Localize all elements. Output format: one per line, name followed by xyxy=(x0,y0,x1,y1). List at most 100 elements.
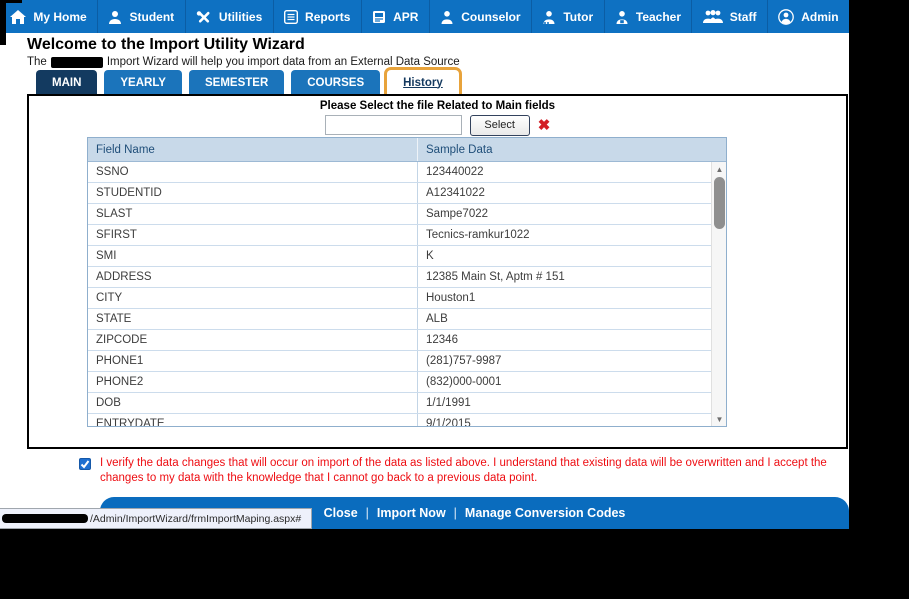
subtitle-prefix: The xyxy=(27,56,47,68)
teacher-icon xyxy=(615,10,629,24)
wizard-tabs: MAIN YEARLY SEMESTER COURSES History xyxy=(36,70,459,95)
nav-item-label: Student xyxy=(129,9,175,24)
cell-sample-data: A12341022 xyxy=(426,187,485,199)
cell-field-name: PHONE1 xyxy=(88,351,418,371)
nav-item-label: Counselor xyxy=(461,9,521,24)
column-header-sample-data: Sample Data xyxy=(426,143,493,156)
column-header-field-name: Field Name xyxy=(88,138,418,161)
table-row: SMI K xyxy=(88,246,711,267)
apr-icon xyxy=(372,10,386,24)
nav-item-apr[interactable]: APR xyxy=(362,0,430,33)
nav-item-label: Utilities xyxy=(218,9,263,24)
utilities-icon xyxy=(196,10,212,24)
nav-item-my-home[interactable]: My Home xyxy=(0,0,99,33)
nav-item-label: Admin xyxy=(801,9,839,24)
tutor-icon xyxy=(542,10,556,24)
nav-item-label: Tutor xyxy=(563,9,594,24)
admin-icon xyxy=(778,8,795,25)
screen: My Home Student Utilities Reports APR Counsel… xyxy=(0,0,909,599)
field-mapping-table: Field Name Sample Data SSNO 123440022 STUD… xyxy=(87,137,727,427)
cell-field-name: ADDRESS xyxy=(88,267,418,287)
table-row: SLAST Sampe7022 xyxy=(88,204,711,225)
file-select-prompt: Please Select the file Related to Main f… xyxy=(319,100,556,112)
nav-item-label: Reports xyxy=(305,9,351,24)
scrollbar-thumb[interactable] xyxy=(714,177,725,229)
nav-item-label: APR xyxy=(393,9,419,24)
status-url: /Admin/ImportWizard/frmImportMaping.aspx… xyxy=(90,512,302,525)
page-subtitle: The Import Wizard will help you import d… xyxy=(27,56,460,68)
cell-field-name: SFIRST xyxy=(88,225,418,245)
cell-sample-data: Houston1 xyxy=(426,292,476,304)
table-header: Field Name Sample Data xyxy=(88,138,726,162)
cell-sample-data: 9/1/2015 xyxy=(426,418,471,426)
verification-text: I verify the data changes that will occu… xyxy=(100,457,827,484)
cell-sample-data: ALB xyxy=(426,313,448,325)
cell-sample-data: (832)000-0001 xyxy=(426,376,502,388)
cell-field-name: PHONE2 xyxy=(88,372,418,392)
cell-sample-data: Sampe7022 xyxy=(426,208,489,220)
scroll-down-icon[interactable]: ▼ xyxy=(712,412,727,426)
reports-icon xyxy=(284,9,299,24)
file-input[interactable] xyxy=(324,115,462,135)
cell-sample-data: 12385 Main St, Aptm # 151 xyxy=(426,271,565,283)
nav-item-admin[interactable]: Admin xyxy=(768,0,849,33)
table-row: SSNO 123440022 xyxy=(88,162,711,183)
home-icon xyxy=(10,9,27,24)
nav-item-reports[interactable]: Reports xyxy=(274,0,362,33)
redaction-box xyxy=(50,56,103,68)
select-button[interactable]: Select xyxy=(469,114,530,136)
staff-icon xyxy=(702,10,723,23)
table-row: CITY Houston1 xyxy=(88,288,711,309)
page-title: Welcome to the Import Utility Wizard xyxy=(27,36,305,53)
url-redaction xyxy=(2,514,88,523)
student-icon xyxy=(108,10,122,24)
table-body: SSNO 123440022 STUDENTID A12341022 SLAST Samp… xyxy=(88,162,711,426)
nav-item-label: Teacher xyxy=(635,9,682,24)
verification-section: I verify the data changes that will occu… xyxy=(79,456,845,486)
table-row: SFIRST Tecnics-ramkur1022 xyxy=(88,225,711,246)
table-row: PHONE1 (281)757-9987 xyxy=(88,351,711,372)
cell-sample-data: K xyxy=(426,250,434,262)
footer-link-manage-conversion-codes[interactable]: Manage Conversion Codes xyxy=(465,506,625,520)
footer-separator: | xyxy=(453,506,457,520)
verify-checkbox[interactable] xyxy=(79,458,91,470)
cell-field-name: ZIPCODE xyxy=(88,330,418,350)
cell-field-name: STUDENTID xyxy=(88,183,418,203)
tab-history[interactable]: History xyxy=(387,70,459,95)
scroll-up-icon[interactable]: ▲ xyxy=(712,162,727,176)
footer-separator: | xyxy=(365,506,369,520)
footer-link-import-now[interactable]: Import Now xyxy=(377,506,446,520)
tab-main[interactable]: MAIN xyxy=(36,70,98,95)
table-row: PHONE2 (832)000-0001 xyxy=(88,372,711,393)
nav-item-staff[interactable]: Staff xyxy=(692,0,768,33)
tab-semester[interactable]: SEMESTER xyxy=(188,70,285,95)
nav-item-label: My Home xyxy=(33,9,87,24)
frame-corner-horizontal xyxy=(0,0,22,3)
footer-link-close[interactable]: Close xyxy=(324,506,358,520)
cell-sample-data: 1/1/1991 xyxy=(426,397,471,409)
top-nav: My Home Student Utilities Reports APR Counsel… xyxy=(0,0,849,33)
cell-field-name: SMI xyxy=(88,246,418,266)
tab-yearly[interactable]: YEARLY xyxy=(104,70,182,95)
table-scrollbar[interactable]: ▲ ▼ xyxy=(711,162,726,426)
table-row: ENTRYDATE 9/1/2015 xyxy=(88,414,711,426)
tab-courses[interactable]: COURSES xyxy=(291,70,381,95)
subtitle-suffix: Import Wizard will help you import data … xyxy=(106,56,460,68)
cell-field-name: CITY xyxy=(88,288,418,308)
check-icon xyxy=(80,460,90,469)
nav-item-student[interactable]: Student xyxy=(98,0,186,33)
cell-field-name: STATE xyxy=(88,309,418,329)
nav-item-counselor[interactable]: Counselor xyxy=(430,0,532,33)
clear-file-icon[interactable]: ✖ xyxy=(538,118,551,133)
wizard-panel: Please Select the file Related to Main f… xyxy=(27,94,848,449)
file-select-row: Select ✖ xyxy=(29,113,846,137)
cell-sample-data: Tecnics-ramkur1022 xyxy=(426,229,530,241)
nav-item-utilities[interactable]: Utilities xyxy=(186,0,274,33)
nav-item-teacher[interactable]: Teacher xyxy=(605,0,693,33)
nav-item-tutor[interactable]: Tutor xyxy=(532,0,605,33)
cell-sample-data: 123440022 xyxy=(426,166,484,178)
cell-field-name: SLAST xyxy=(88,204,418,224)
frame-corner-vertical xyxy=(0,0,6,45)
page: My Home Student Utilities Reports APR Counsel… xyxy=(0,0,849,529)
nav-item-label: Staff xyxy=(729,9,757,24)
